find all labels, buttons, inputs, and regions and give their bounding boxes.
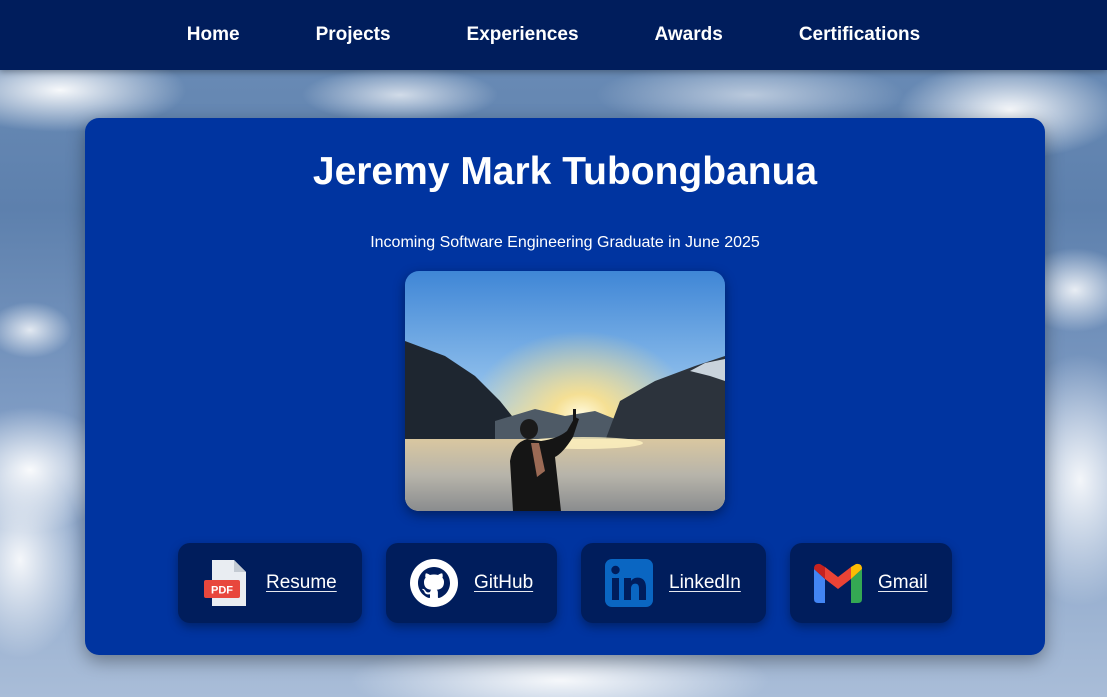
top-navbar: Home Projects Experiences Awards Certifi… xyxy=(0,0,1107,70)
nav-link-awards[interactable]: Awards xyxy=(655,24,723,46)
social-links: PDF Resume GitHub LinkedIn Gmail xyxy=(85,543,1045,623)
resume-label: Resume xyxy=(266,572,337,593)
linkedin-icon xyxy=(605,559,653,607)
svg-text:PDF: PDF xyxy=(211,585,233,597)
gmail-label: Gmail xyxy=(878,572,928,593)
gmail-icon xyxy=(814,559,862,607)
nav-link-experiences[interactable]: Experiences xyxy=(467,24,579,46)
nav-link-certifications[interactable]: Certifications xyxy=(799,24,920,46)
github-icon xyxy=(410,559,458,607)
nav-link-projects[interactable]: Projects xyxy=(316,24,391,46)
profile-card: Jeremy Mark Tubongbanua Incoming Softwar… xyxy=(85,118,1045,655)
gmail-button[interactable]: Gmail xyxy=(790,543,952,623)
github-label: GitHub xyxy=(474,572,534,593)
profile-name: Jeremy Mark Tubongbanua xyxy=(312,150,818,193)
nav-link-home[interactable]: Home xyxy=(187,24,240,46)
github-button[interactable]: GitHub xyxy=(386,543,557,623)
pdf-file-icon: PDF xyxy=(202,559,250,607)
resume-button[interactable]: PDF Resume xyxy=(178,543,362,623)
profile-photo xyxy=(405,271,725,511)
linkedin-button[interactable]: LinkedIn xyxy=(581,543,766,623)
page-background: Home Projects Experiences Awards Certifi… xyxy=(0,0,1107,697)
profile-tagline: Incoming Software Engineering Graduate i… xyxy=(370,234,760,251)
linkedin-label: LinkedIn xyxy=(669,572,741,593)
